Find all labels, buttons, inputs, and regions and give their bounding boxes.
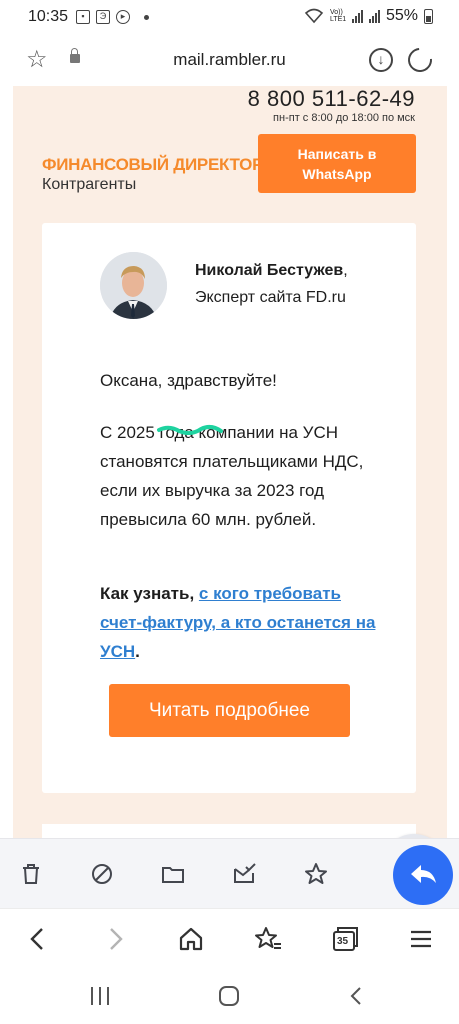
message-card: Николай Бестужев, Эксперт сайта FD.ru Ок… <box>42 223 416 793</box>
mark-read-icon[interactable] <box>231 861 257 887</box>
brand-subtitle: Контрагенты <box>42 176 137 193</box>
cta-suffix: . <box>135 642 140 661</box>
back-chevron-icon[interactable] <box>344 984 368 1008</box>
expert-avatar <box>100 252 167 319</box>
status-time: 10:35 <box>28 8 69 25</box>
next-card-edge <box>42 824 416 838</box>
play-icon: ▸ <box>116 10 130 24</box>
wifi-icon <box>304 8 324 24</box>
read-more-button[interactable]: Читать подробнее <box>109 684 350 737</box>
expert-name: Николай Бестужев, <box>195 262 348 279</box>
tab-count: 35 <box>337 936 349 947</box>
battery-icon <box>424 8 433 24</box>
notification-icons: ▪ Э ▸ <box>76 10 149 24</box>
expert-title: Эксперт сайта FD.ru <box>195 289 346 306</box>
greeting: Оксана, здравствуйте! <box>100 371 277 390</box>
phone-number[interactable]: 8 800 511-62-49 <box>248 86 415 112</box>
handwritten-underline-mark <box>157 424 223 435</box>
body-paragraph: С 2025 года компании на УСН становятся п… <box>100 423 364 529</box>
whatsapp-button-line2: WhatsApp <box>302 166 372 182</box>
reply-button[interactable] <box>393 845 453 905</box>
browser-nav-bar: 35 <box>0 908 459 968</box>
mail-toolbar <box>0 838 459 908</box>
recents-icon[interactable] <box>88 984 112 1008</box>
signal-2-icon <box>368 9 380 23</box>
whatsapp-button[interactable]: Написать в WhatsApp <box>258 134 416 193</box>
status-bar: 10:35 ▪ Э ▸ Vo)) LTE1 55% <box>0 0 459 36</box>
cta-paragraph: Как узнать, с кого требовать счет-фактур… <box>100 579 380 666</box>
lte-label: Vo)) LTE1 <box>329 9 347 23</box>
gallery-icon: ▪ <box>76 10 90 24</box>
reload-icon[interactable] <box>403 43 437 77</box>
home-circle-icon[interactable] <box>217 984 241 1008</box>
home-icon[interactable] <box>177 925 205 953</box>
signal-icon <box>351 9 363 23</box>
spam-icon[interactable] <box>89 861 115 887</box>
android-nav-bar <box>0 968 459 1024</box>
app-notification-icon: Э <box>96 10 110 24</box>
star-icon[interactable] <box>303 861 329 887</box>
phone-hours: пн-пт с 8:00 до 18:00 по мск <box>273 112 415 124</box>
menu-icon[interactable] <box>407 925 435 953</box>
download-icon[interactable]: ↓ <box>369 48 393 72</box>
folder-icon[interactable] <box>160 861 186 887</box>
trash-icon[interactable] <box>18 861 44 887</box>
email-content: 8 800 511-62-49 пн-пт с 8:00 до 18:00 по… <box>0 86 459 838</box>
more-notifications-icon <box>144 14 149 20</box>
forward-icon[interactable] <box>101 925 129 953</box>
back-icon[interactable] <box>24 925 52 953</box>
system-status: Vo)) LTE1 55% <box>304 7 433 25</box>
tabs-button[interactable]: 35 <box>331 925 359 953</box>
url-bar: ☆ mail.rambler.ru ↓ <box>0 36 459 86</box>
brand-logo-text: ФИНАНСОВЫЙ ДИРЕКТОР <box>42 155 264 174</box>
reply-icon <box>411 865 436 883</box>
battery-percent: 55% <box>385 7 418 24</box>
bookmarks-icon[interactable] <box>254 925 282 953</box>
whatsapp-button-line1: Написать в <box>297 146 377 162</box>
cta-prefix: Как узнать, <box>100 584 199 603</box>
